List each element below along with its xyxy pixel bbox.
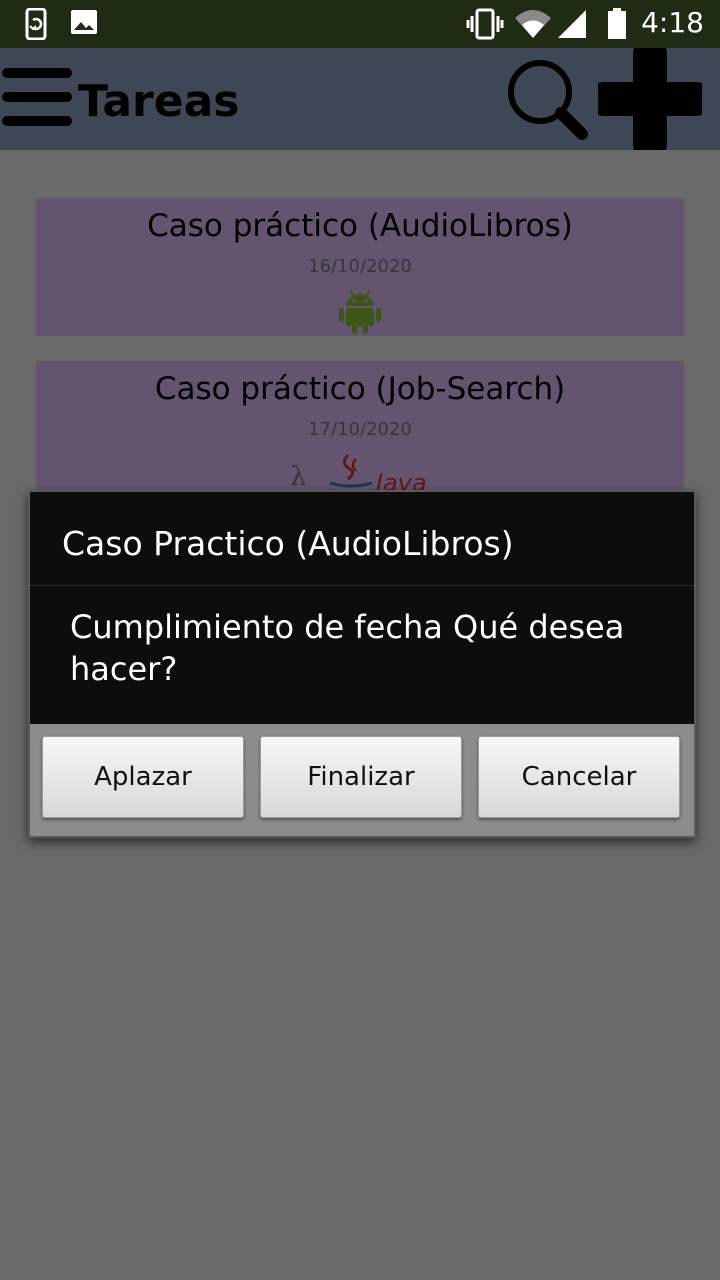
task-dialog: Caso Practico (AudioLibros) Cumplimiento… [28,490,696,838]
dialog-button-bar: Aplazar Finalizar Cancelar [30,724,694,836]
vibrate-icon [466,8,504,40]
battery-icon [608,8,626,39]
signal-icon [558,10,586,38]
dialog-title: Caso Practico (AudioLibros) [62,524,514,563]
dialog-message: Cumplimiento de fecha Qué desea hacer? [70,608,625,688]
status-bar: 4:18 [0,0,720,48]
image-icon [71,10,97,34]
wifi-icon [515,10,551,38]
postpone-button[interactable]: Aplazar [42,736,244,818]
cancel-button[interactable]: Cancelar [478,736,680,818]
status-time: 4:18 [641,6,704,39]
dialog-header: Caso Practico (AudioLibros) [30,492,694,586]
finish-button[interactable]: Finalizar [260,736,462,818]
dialog-body: Cumplimiento de fecha Qué desea hacer? [30,586,694,724]
phone-sync-icon [25,8,47,40]
